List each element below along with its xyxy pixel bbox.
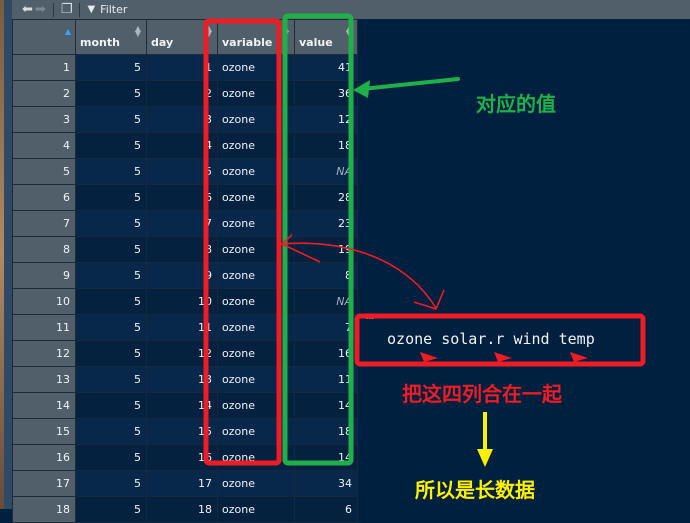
red-curve-arrow — [280, 234, 445, 310]
variable-highlight-box — [203, 18, 282, 466]
annotation-combine-label: 把这四列合在一起 — [402, 382, 562, 406]
green-arrow — [353, 77, 460, 98]
red-small-arrows — [420, 352, 588, 362]
annotation-long-data-label: 所以是长数据 — [415, 478, 535, 502]
annotation-value-label: 对应的值 — [476, 92, 556, 116]
yellow-arrow — [477, 412, 493, 467]
annotation-overlay — [203, 13, 646, 467]
value-highlight-box — [282, 13, 354, 466]
